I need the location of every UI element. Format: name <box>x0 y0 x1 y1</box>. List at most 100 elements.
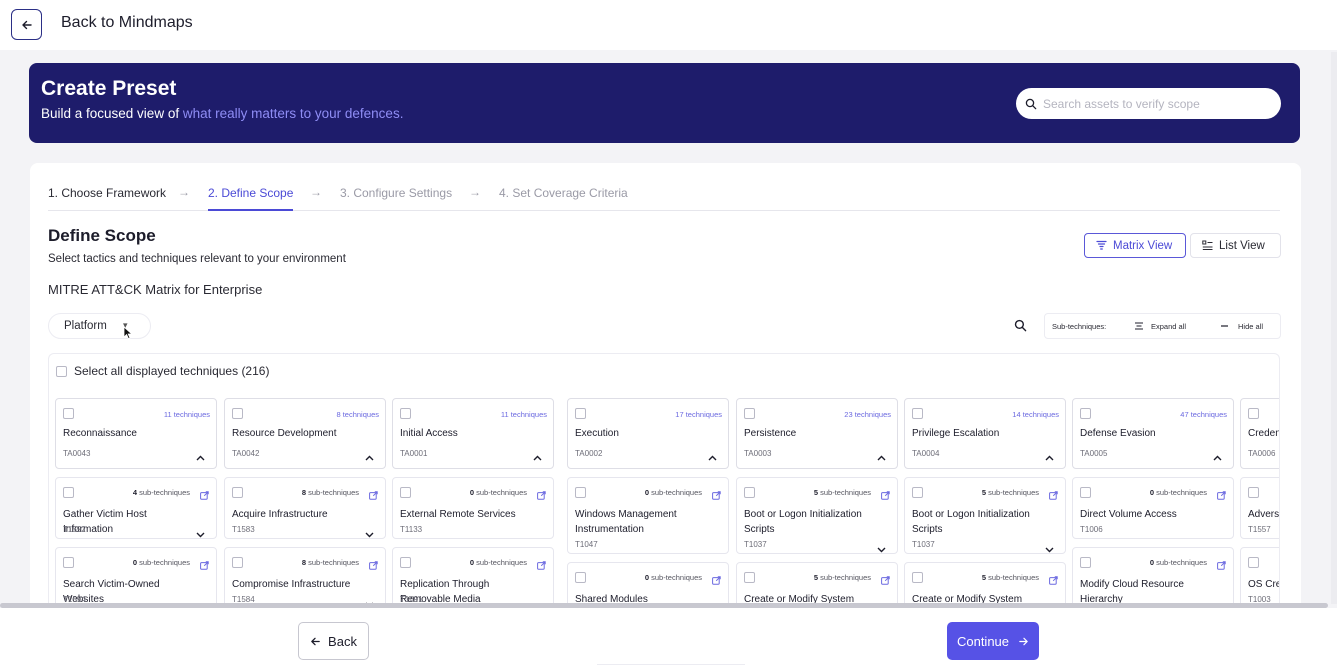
select-all-techniques[interactable]: Select all displayed techniques (216) <box>56 364 269 378</box>
tactic-checkbox[interactable] <box>912 408 923 419</box>
tactic-id: TA0043 <box>63 449 91 458</box>
chevron-up-icon[interactable] <box>196 455 205 461</box>
tactic-card[interactable]: 17 techniques Execution TA0002 <box>567 398 729 469</box>
external-link-icon[interactable] <box>1049 491 1058 500</box>
tactic-checkbox[interactable] <box>744 408 755 419</box>
tactic-checkbox[interactable] <box>1080 408 1091 419</box>
tactic-card[interactable]: 14 techniques Privilege Escalation TA000… <box>904 398 1066 469</box>
technique-card[interactable]: 8 sub-techniques Compromise Infrastructu… <box>224 547 386 609</box>
technique-checkbox[interactable] <box>63 487 74 498</box>
technique-card[interactable]: 0 sub-techniques Search Victim-Owned Web… <box>55 547 217 609</box>
chevron-up-icon[interactable] <box>1213 455 1222 461</box>
chevron-down-icon[interactable] <box>877 547 886 553</box>
chevron-down-icon[interactable] <box>365 532 374 538</box>
tactic-checkbox[interactable] <box>400 408 411 419</box>
external-link-icon[interactable] <box>200 561 209 570</box>
external-link-icon[interactable] <box>881 491 890 500</box>
technique-checkbox[interactable] <box>575 572 586 583</box>
tactic-card[interactable]: 47 techniques Defense Evasion TA0005 <box>1072 398 1234 469</box>
tactic-checkbox[interactable] <box>63 408 74 419</box>
external-link-icon[interactable] <box>369 561 378 570</box>
external-link-icon[interactable] <box>1217 491 1226 500</box>
list-view-button[interactable]: List View <box>1190 233 1281 258</box>
tactic-card[interactable]: 11 techniques Reconnaissance TA0043 <box>55 398 217 469</box>
technique-id: T1006 <box>1080 525 1103 534</box>
technique-card[interactable]: 0 sub-techniques Modify Cloud Resource H… <box>1072 547 1234 613</box>
tactic-checkbox[interactable] <box>1248 408 1259 419</box>
step-define-scope[interactable]: 2. Define Scope <box>208 186 294 211</box>
asset-search[interactable] <box>1016 88 1281 119</box>
tactic-card[interactable]: 23 techniques Persistence TA0003 <box>736 398 898 469</box>
tactic-card[interactable]: 8 techniques Resource Development TA0042 <box>224 398 386 469</box>
chevron-up-icon[interactable] <box>708 455 717 461</box>
technique-checkbox[interactable] <box>912 572 923 583</box>
chevron-down-icon[interactable] <box>196 532 205 538</box>
technique-count: 14 techniques <box>1012 410 1059 419</box>
technique-card[interactable]: 0 sub-techniques OS Credential Dumping T… <box>1240 547 1279 609</box>
tactic-column: 14 techniques Privilege Escalation TA000… <box>904 398 1066 613</box>
tactic-checkbox[interactable] <box>232 408 243 419</box>
technique-card[interactable]: 8 sub-techniques Acquire Infrastructure … <box>224 477 386 539</box>
external-link-icon[interactable] <box>712 576 721 585</box>
page-title: Create Preset <box>41 77 177 100</box>
back-to-mindmaps-button[interactable] <box>11 9 42 40</box>
step-configure-settings[interactable]: 3. Configure Settings <box>340 186 452 200</box>
external-link-icon[interactable] <box>881 576 890 585</box>
technique-checkbox[interactable] <box>744 572 755 583</box>
tactic-card[interactable]: 17 techniques Credential Access TA0006 <box>1240 398 1279 469</box>
technique-card[interactable]: 0 sub-techniques Windows Management Inst… <box>567 477 729 554</box>
tactic-checkbox[interactable] <box>575 408 586 419</box>
chevron-up-icon[interactable] <box>1045 455 1054 461</box>
external-link-icon[interactable] <box>712 491 721 500</box>
continue-button[interactable]: Continue <box>947 622 1039 660</box>
external-link-icon[interactable] <box>537 491 546 500</box>
external-link-icon[interactable] <box>1049 576 1058 585</box>
tactic-card[interactable]: 11 techniques Initial Access TA0001 <box>392 398 554 469</box>
technique-checkbox[interactable] <box>744 487 755 498</box>
technique-checkbox[interactable] <box>912 487 923 498</box>
technique-card[interactable]: 0 sub-techniques Replication Through Rem… <box>392 547 554 609</box>
external-link-icon[interactable] <box>369 491 378 500</box>
external-link-icon[interactable] <box>200 491 209 500</box>
technique-checkbox[interactable] <box>1248 557 1259 568</box>
vertical-scrollbar[interactable] <box>1331 52 1337 604</box>
technique-checkbox[interactable] <box>63 557 74 568</box>
chevron-down-icon[interactable] <box>1045 547 1054 553</box>
technique-card[interactable]: 0 sub-techniques External Remote Service… <box>392 477 554 539</box>
step-choose-framework[interactable]: 1. Choose Framework <box>48 186 166 200</box>
matrix-view-button[interactable]: Matrix View <box>1084 233 1186 258</box>
technique-checkbox[interactable] <box>575 487 586 498</box>
technique-card[interactable]: 5 sub-techniques Boot or Logon Initializ… <box>904 477 1066 554</box>
technique-card[interactable]: 0 sub-techniques Adversary-in-the-Middle… <box>1240 477 1279 539</box>
hide-all-button[interactable]: Hide all <box>1238 322 1263 331</box>
external-link-icon[interactable] <box>537 561 546 570</box>
technique-count: 23 techniques <box>844 410 891 419</box>
subtechnique-count: 0 sub-techniques <box>1149 488 1207 497</box>
technique-checkbox[interactable] <box>1248 487 1259 498</box>
chevron-up-icon[interactable] <box>365 455 374 461</box>
technique-checkbox[interactable] <box>400 557 411 568</box>
expand-all-button[interactable]: Expand all <box>1151 322 1186 331</box>
step-set-coverage-criteria[interactable]: 4. Set Coverage Criteria <box>499 186 628 200</box>
technique-name: Windows Management Instrumentation <box>575 509 677 535</box>
technique-checkbox[interactable] <box>400 487 411 498</box>
technique-checkbox[interactable] <box>232 487 243 498</box>
asset-search-input[interactable] <box>1043 96 1263 111</box>
chevron-up-icon[interactable] <box>533 455 542 461</box>
technique-card[interactable]: 5 sub-techniques Boot or Logon Initializ… <box>736 477 898 554</box>
chevron-up-icon[interactable] <box>877 455 886 461</box>
select-all-checkbox[interactable] <box>56 365 67 377</box>
back-button[interactable]: Back <box>298 622 369 660</box>
platform-filter[interactable]: Platform ▾ <box>48 313 151 339</box>
technique-card[interactable]: 4 sub-techniques Gather Victim Host Info… <box>55 477 217 539</box>
back-to-mindmaps-label[interactable]: Back to Mindmaps <box>61 14 193 32</box>
attack-matrix: Select all displayed techniques (216) 11… <box>48 353 1280 613</box>
technique-checkbox[interactable] <box>232 557 243 568</box>
arrow-right-icon: → <box>310 185 322 199</box>
external-link-icon[interactable] <box>1217 561 1226 570</box>
search-techniques-icon[interactable] <box>1014 319 1027 332</box>
tactic-id: TA0006 <box>1248 449 1276 458</box>
technique-checkbox[interactable] <box>1080 487 1091 498</box>
technique-card[interactable]: 0 sub-techniques Direct Volume Access T1… <box>1072 477 1234 539</box>
technique-checkbox[interactable] <box>1080 557 1091 568</box>
